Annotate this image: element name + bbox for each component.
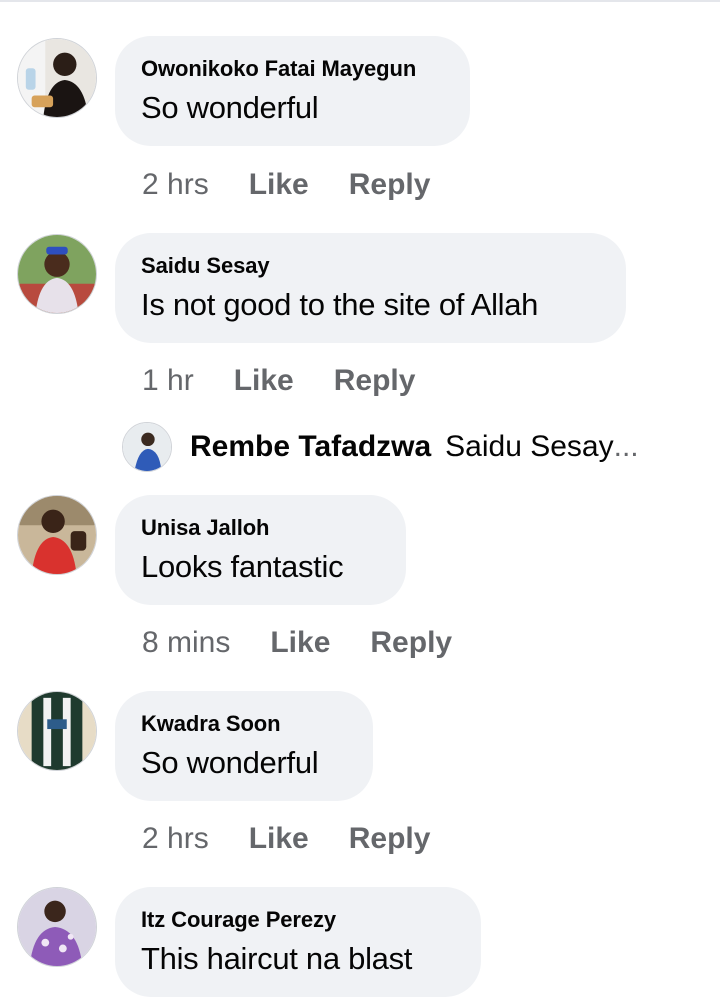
comment-author[interactable]: Owonikoko Fatai Mayegun <box>141 56 446 82</box>
comment-text: This haircut na blast <box>141 941 413 976</box>
comment-text: Looks fantastic <box>141 549 344 584</box>
top-divider <box>0 0 720 2</box>
comment-actions: 8 mins Like Reply <box>142 626 492 660</box>
comment-bubble: Saidu Sesay Is not good to the site of A… <box>115 233 626 343</box>
like-button[interactable]: Like <box>270 626 330 660</box>
comment-actions: 1 hr Like Reply <box>142 364 455 398</box>
avatar[interactable] <box>17 495 97 575</box>
comment-bubble: Unisa Jalloh Looks fantastic <box>115 495 406 605</box>
comment-timestamp[interactable]: 2 hrs <box>142 168 209 202</box>
reply-avatar[interactable] <box>122 422 172 472</box>
comment-author[interactable]: Saidu Sesay <box>141 253 602 279</box>
avatar[interactable] <box>17 691 97 771</box>
comment-bubble: Owonikoko Fatai Mayegun So wonderful <box>115 36 470 146</box>
like-button[interactable]: Like <box>249 822 309 856</box>
reply-ellipsis: ... <box>613 430 639 463</box>
comment-text: So wonderful <box>141 745 319 780</box>
comment-actions: 2 hrs Like Reply <box>142 822 470 856</box>
reply-button[interactable]: Reply <box>370 626 452 660</box>
comment-bubble: Kwadra Soon So wonderful <box>115 691 373 801</box>
comment-author[interactable]: Kwadra Soon <box>141 711 349 737</box>
avatar[interactable] <box>17 38 97 118</box>
comment-timestamp[interactable]: 1 hr <box>142 364 194 398</box>
reply-button[interactable]: Reply <box>349 822 431 856</box>
comment-actions: 2 hrs Like Reply <box>142 168 470 202</box>
reply-author[interactable]: Rembe Tafadzwa <box>190 430 431 464</box>
reply-preview[interactable]: Rembe Tafadzwa Saidu Sesay... <box>122 421 639 473</box>
comment-author[interactable]: Unisa Jalloh <box>141 515 382 541</box>
comment-author[interactable]: Itz Courage Perezy <box>141 907 457 933</box>
reply-text: Saidu Sesay <box>445 430 614 463</box>
reply-button[interactable]: Reply <box>349 168 431 202</box>
reply-button[interactable]: Reply <box>334 364 416 398</box>
comment-timestamp[interactable]: 2 hrs <box>142 822 209 856</box>
like-button[interactable]: Like <box>249 168 309 202</box>
like-button[interactable]: Like <box>234 364 294 398</box>
comment-text: Is not good to the site of Allah <box>141 287 539 322</box>
comment-text: So wonderful <box>141 90 319 125</box>
comment-bubble: Itz Courage Perezy This haircut na blast <box>115 887 481 997</box>
comment-timestamp[interactable]: 8 mins <box>142 626 230 660</box>
avatar[interactable] <box>17 887 97 967</box>
avatar[interactable] <box>17 234 97 314</box>
